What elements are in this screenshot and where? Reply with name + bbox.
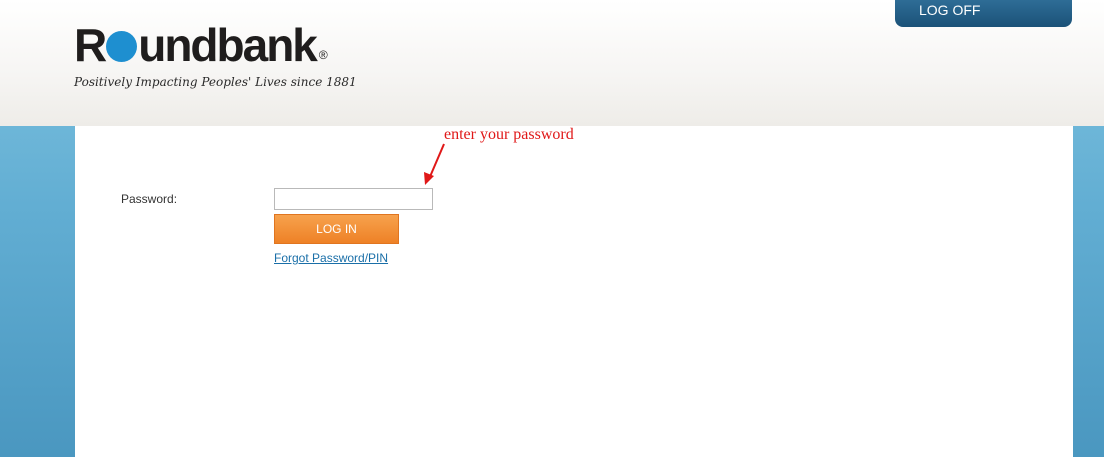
log-off-button[interactable]: LOG OFF (895, 0, 1072, 27)
password-input[interactable] (274, 188, 433, 210)
annotation-arrow-icon (424, 143, 445, 185)
logo-text: undbank (138, 19, 318, 71)
tagline: Positively Impacting Peoples' Lives sinc… (74, 75, 357, 89)
password-label: Password: (121, 192, 178, 206)
logo-letter-r: R (74, 19, 107, 71)
log-in-button[interactable]: LOG IN (274, 214, 399, 244)
header: Rundbank ® Positively Impacting Peoples' … (0, 0, 1104, 126)
roundbank-logo[interactable]: Rundbank ® (74, 22, 328, 78)
logo-dot-icon (106, 31, 138, 62)
main-content: enter your password Password: LOG IN For… (75, 126, 1073, 457)
registered-mark: ® (318, 48, 328, 62)
forgot-password-link[interactable]: Forgot Password/PIN (274, 251, 388, 265)
annotation-text: enter your password (444, 126, 574, 143)
